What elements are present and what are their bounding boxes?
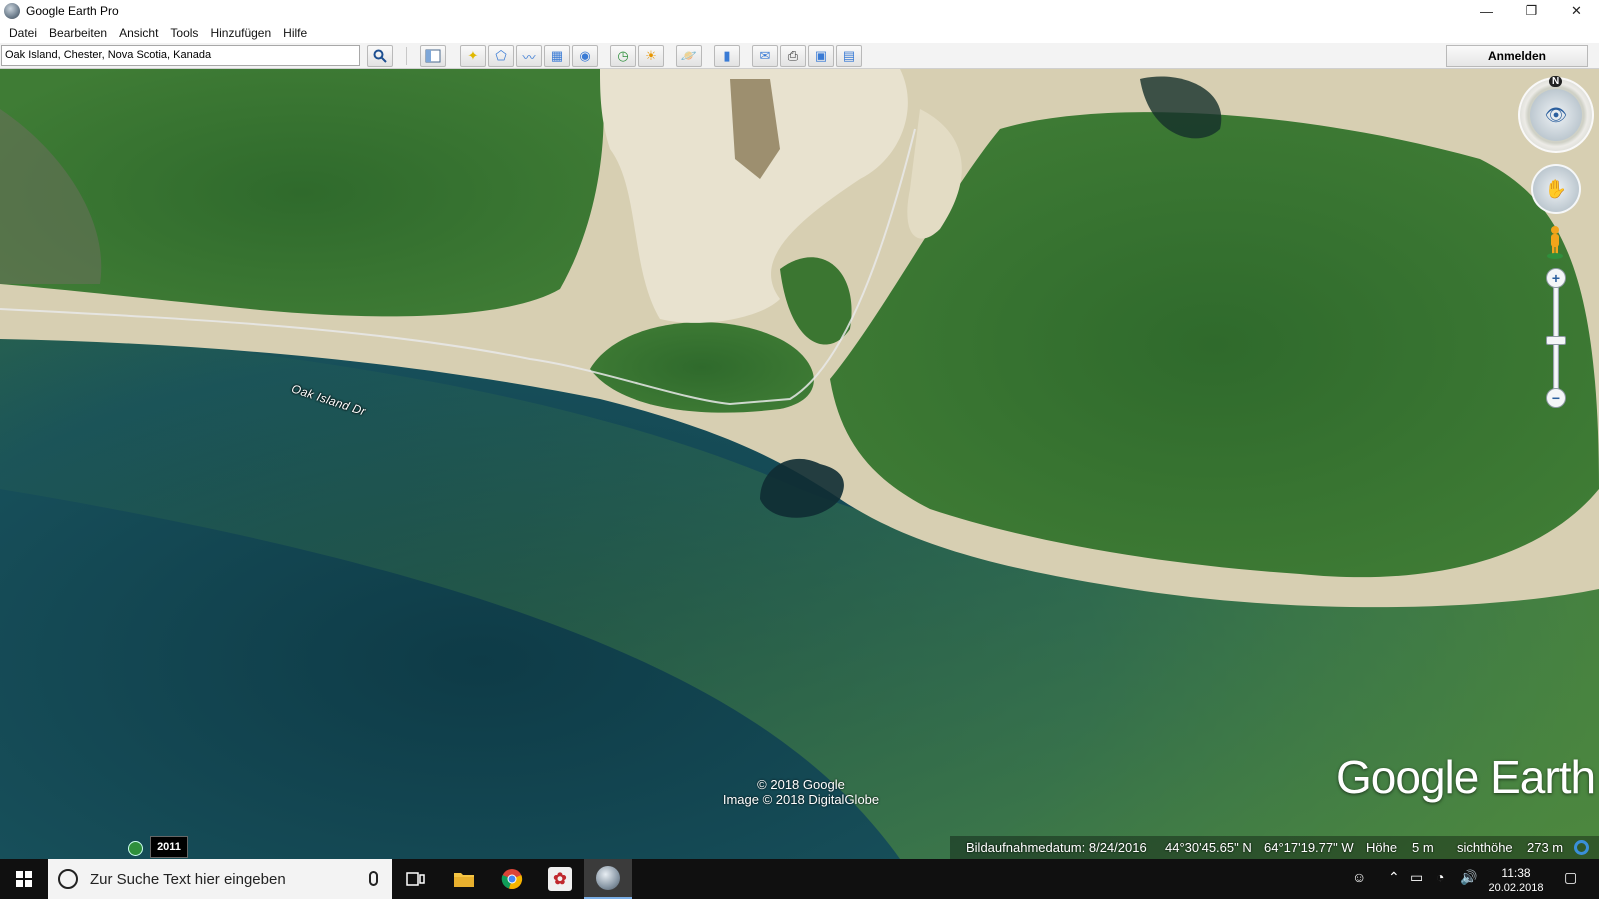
sidebar-toggle-button[interactable] — [420, 45, 446, 67]
maximize-button[interactable]: ❐ — [1509, 0, 1554, 22]
save-image-button[interactable]: ▣ — [808, 45, 834, 67]
planets-icon: 🪐 — [680, 48, 698, 63]
google-earth-taskbar-button[interactable] — [584, 859, 632, 899]
street-view-pegman-icon[interactable] — [1546, 225, 1564, 259]
window-title: Google Earth Pro — [26, 4, 119, 18]
add-image-overlay-button[interactable]: ▦ — [544, 45, 570, 67]
search-icon — [373, 49, 387, 63]
hand-icon: ✋ — [1544, 178, 1568, 199]
file-explorer-icon — [454, 873, 474, 887]
minimize-button[interactable]: — — [1464, 0, 1509, 22]
chrome-icon — [501, 869, 523, 890]
battery-icon[interactable]: ▭ — [1410, 869, 1423, 886]
latitude: 44°30'45.65" N — [1165, 840, 1252, 855]
print-icon: ⎙ — [787, 48, 799, 63]
zoom-slider-thumb[interactable] — [1546, 336, 1566, 345]
file-explorer-button[interactable] — [440, 859, 488, 899]
move-control[interactable]: ✋ — [1531, 164, 1581, 214]
taskbar-clock-date[interactable]: 20.02.2018 — [1480, 882, 1552, 894]
menu-datei[interactable]: Datei — [9, 26, 37, 40]
people-icon[interactable]: ☺ — [1352, 869, 1366, 885]
sidebar-icon — [425, 49, 441, 63]
menu-tools[interactable]: Tools — [170, 26, 198, 40]
task-view-button[interactable] — [392, 859, 440, 899]
search-button[interactable] — [367, 45, 393, 67]
network-icon[interactable]: ◔ — [1436, 869, 1444, 885]
image-overlay-icon: ▦ — [550, 48, 564, 63]
window-controls: — ❐ ✕ — [1464, 0, 1599, 22]
elevation-value: 5 m — [1412, 840, 1434, 855]
close-button[interactable]: ✕ — [1554, 0, 1599, 22]
planets-button[interactable]: 🪐 — [676, 45, 702, 67]
ruler-icon: ▮ — [723, 48, 731, 63]
sunlight-button[interactable]: ☀ — [638, 45, 664, 67]
microphone-icon[interactable] — [369, 871, 378, 886]
view-in-maps-button[interactable]: ▤ — [836, 45, 862, 67]
app-button[interactable]: ✿ — [536, 859, 584, 899]
volume-icon[interactable]: 🔊 — [1460, 869, 1477, 886]
menu-hilfe[interactable]: Hilfe — [283, 26, 307, 40]
email-icon: ✉ — [759, 48, 771, 63]
north-indicator[interactable]: N — [1549, 76, 1563, 87]
task-view-icon — [406, 872, 425, 886]
eye-altitude-value: 273 m — [1527, 840, 1564, 855]
search-input[interactable]: Oak Island, Chester, Nova Scotia, Kanada — [1, 45, 360, 66]
windows-taskbar: Zur Suche Text hier eingeben ✿ ☺ ⌃ ▭ ◔ 🔊… — [0, 859, 1599, 899]
menu-bar: Datei Bearbeiten Ansicht Tools Hinzufüge… — [0, 22, 1599, 43]
imagery-date: Bildaufnahmedatum: 8/24/2016 — [966, 840, 1147, 855]
taskbar-search[interactable]: Zur Suche Text hier eingeben — [48, 859, 392, 899]
show-hidden-icons-icon[interactable]: ⌃ — [1388, 869, 1400, 886]
imagery-year-badge[interactable]: 2011 — [150, 836, 188, 858]
toolbar: Oak Island, Chester, Nova Scotia, Kanada… — [0, 43, 1599, 69]
cortana-icon — [58, 869, 78, 889]
email-button[interactable]: ✉ — [752, 45, 778, 67]
signin-button[interactable]: Anmelden — [1446, 45, 1588, 67]
add-path-button[interactable]: 〰 — [516, 45, 542, 67]
google-earth-icon — [596, 866, 620, 890]
save-image-icon: ▣ — [814, 48, 828, 63]
elevation-label: Höhe — [1366, 840, 1398, 855]
historical-imagery-icon: ◷ — [617, 48, 629, 63]
satellite-imagery — [0, 69, 1599, 859]
longitude: 64°17'19.77" W — [1264, 840, 1354, 855]
menu-ansicht[interactable]: Ansicht — [119, 26, 158, 40]
look-control[interactable]: 👁 — [1518, 77, 1594, 153]
ruler-button[interactable]: ▮ — [714, 45, 740, 67]
sunlight-icon: ☀ — [645, 48, 657, 63]
taskbar-search-placeholder: Zur Suche Text hier eingeben — [90, 870, 286, 888]
toolbar-separator — [406, 47, 407, 65]
zoom-out-button[interactable]: − — [1546, 388, 1566, 408]
print-button[interactable]: ⎙ — [780, 45, 806, 67]
add-placemark-button[interactable]: ✦ — [460, 45, 486, 67]
copyright-google: © 2018 Google — [757, 777, 845, 792]
app-icon: ✿ — [548, 867, 572, 891]
record-tour-button[interactable]: ◉ — [572, 45, 598, 67]
streaming-indicator-icon — [1574, 840, 1589, 855]
path-icon: 〰 — [522, 49, 536, 65]
copyright-imagery: Image © 2018 DigitalGlobe — [722, 792, 880, 807]
record-tour-icon: ◉ — [579, 48, 591, 63]
maps-icon: ▤ — [842, 48, 856, 63]
zoom-in-button[interactable]: + — [1546, 268, 1566, 288]
map-copyright: © 2018 Google Image © 2018 DigitalGlobe — [720, 777, 882, 807]
historical-imagery-button[interactable]: ◷ — [610, 45, 636, 67]
windows-logo-icon — [16, 871, 32, 887]
chrome-button[interactable] — [488, 859, 536, 899]
placemark-icon: ✦ — [467, 48, 479, 63]
title-bar: Google Earth Pro — ❐ ✕ — [0, 0, 1599, 22]
google-earth-logo: Google Earth — [1336, 751, 1596, 803]
start-button[interactable] — [0, 859, 48, 899]
historical-imagery-clock-icon[interactable] — [128, 841, 143, 856]
map-view[interactable]: Oak Island Dr © 2018 Google Image © 2018… — [0, 69, 1599, 859]
eye-altitude-label: sichthöhe — [1457, 840, 1513, 855]
taskbar-clock-time[interactable]: 11:38 — [1480, 866, 1552, 880]
polygon-icon: ⬠ — [495, 48, 507, 63]
google-earth-app-icon — [4, 3, 20, 19]
menu-hinzufuegen[interactable]: Hinzufügen — [210, 26, 271, 40]
menu-bearbeiten[interactable]: Bearbeiten — [49, 26, 107, 40]
action-center-icon[interactable]: ▢ — [1564, 869, 1577, 886]
add-polygon-button[interactable]: ⬠ — [488, 45, 514, 67]
look-eye-icon: 👁 — [1530, 89, 1582, 141]
